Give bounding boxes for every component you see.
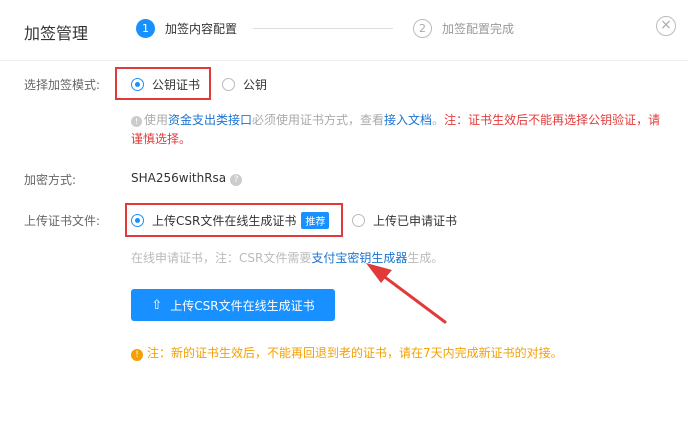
annotation-arrow-shaft [376, 270, 447, 324]
annotation-arrow [366, 263, 447, 324]
